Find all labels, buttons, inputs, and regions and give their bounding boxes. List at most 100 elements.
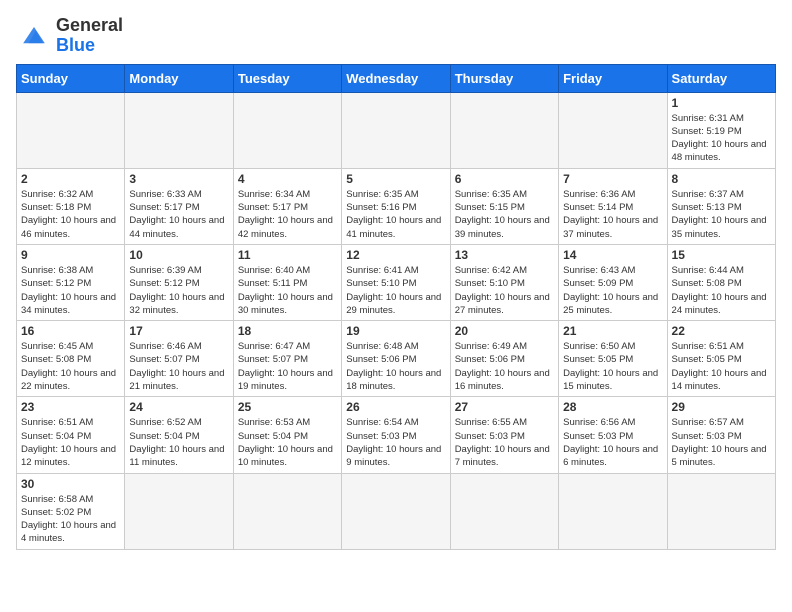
day-number: 29 [672,400,771,414]
weekday-header-row: SundayMondayTuesdayWednesdayThursdayFrid… [17,64,776,92]
header: GeneralBlue [16,16,776,56]
day-number: 14 [563,248,662,262]
weekday-header-tuesday: Tuesday [233,64,341,92]
calendar-day [342,92,450,168]
day-info: Sunrise: 6:42 AM Sunset: 5:10 PM Dayligh… [455,264,554,317]
calendar-week-row: 16 Sunrise: 6:45 AM Sunset: 5:08 PM Dayli… [17,321,776,397]
calendar-day: 2Sunrise: 6:32 AM Sunset: 5:18 PM Daylig… [17,168,125,244]
calendar-day [233,92,341,168]
day-info: Sunrise: 6:36 AM Sunset: 5:14 PM Dayligh… [563,188,662,241]
day-info: Sunrise: 6:57 AM Sunset: 5:03 PM Dayligh… [672,416,771,469]
day-number: 8 [672,172,771,186]
day-number: 1 [672,96,771,110]
calendar-day: 14 Sunrise: 6:43 AM Sunset: 5:09 PM Dayli… [559,244,667,320]
calendar-day [450,92,558,168]
calendar-day: 5 Sunrise: 6:35 AM Sunset: 5:16 PM Daylig… [342,168,450,244]
day-info: Sunrise: 6:55 AM Sunset: 5:03 PM Dayligh… [455,416,554,469]
day-info: Sunrise: 6:50 AM Sunset: 5:05 PM Dayligh… [563,340,662,393]
day-info: Sunrise: 6:38 AM Sunset: 5:12 PM Dayligh… [21,264,120,317]
calendar-day: 13Sunrise: 6:42 AM Sunset: 5:10 PM Dayli… [450,244,558,320]
day-info: Sunrise: 6:37 AM Sunset: 5:13 PM Dayligh… [672,188,771,241]
day-number: 3 [129,172,228,186]
day-number: 24 [129,400,228,414]
calendar-day: 8 Sunrise: 6:37 AM Sunset: 5:13 PM Daylig… [667,168,775,244]
day-number: 15 [672,248,771,262]
logo-blue: Blue [56,35,95,55]
day-number: 4 [238,172,337,186]
logo-text: GeneralBlue [56,16,123,56]
day-info: Sunrise: 6:45 AM Sunset: 5:08 PM Dayligh… [21,340,120,393]
weekday-header-thursday: Thursday [450,64,558,92]
calendar-day: 1 Sunrise: 6:31 AM Sunset: 5:19 PM Daylig… [667,92,775,168]
day-info: Sunrise: 6:33 AM Sunset: 5:17 PM Dayligh… [129,188,228,241]
day-number: 12 [346,248,445,262]
calendar-week-row: 30Sunrise: 6:58 AM Sunset: 5:02 PM Dayli… [17,473,776,549]
day-number: 23 [21,400,120,414]
calendar-day: 15 Sunrise: 6:44 AM Sunset: 5:08 PM Dayli… [667,244,775,320]
calendar-day: 25 Sunrise: 6:53 AM Sunset: 5:04 PM Dayli… [233,397,341,473]
calendar-day: 7Sunrise: 6:36 AM Sunset: 5:14 PM Daylig… [559,168,667,244]
calendar-day: 16 Sunrise: 6:45 AM Sunset: 5:08 PM Dayli… [17,321,125,397]
calendar-day [559,473,667,549]
day-number: 5 [346,172,445,186]
day-info: Sunrise: 6:48 AM Sunset: 5:06 PM Dayligh… [346,340,445,393]
weekday-header-monday: Monday [125,64,233,92]
day-info: Sunrise: 6:31 AM Sunset: 5:19 PM Dayligh… [672,112,771,165]
day-number: 16 [21,324,120,338]
day-info: Sunrise: 6:39 AM Sunset: 5:12 PM Dayligh… [129,264,228,317]
day-info: Sunrise: 6:49 AM Sunset: 5:06 PM Dayligh… [455,340,554,393]
calendar-day [667,473,775,549]
calendar-day [559,92,667,168]
day-number: 19 [346,324,445,338]
calendar-day: 23Sunrise: 6:51 AM Sunset: 5:04 PM Dayli… [17,397,125,473]
day-info: Sunrise: 6:53 AM Sunset: 5:04 PM Dayligh… [238,416,337,469]
day-number: 21 [563,324,662,338]
day-number: 10 [129,248,228,262]
calendar-week-row: 23Sunrise: 6:51 AM Sunset: 5:04 PM Dayli… [17,397,776,473]
calendar-day [125,92,233,168]
calendar-day: 28Sunrise: 6:56 AM Sunset: 5:03 PM Dayli… [559,397,667,473]
day-info: Sunrise: 6:46 AM Sunset: 5:07 PM Dayligh… [129,340,228,393]
calendar-day: 6Sunrise: 6:35 AM Sunset: 5:15 PM Daylig… [450,168,558,244]
logo-icon [16,18,52,54]
calendar-week-row: 9 Sunrise: 6:38 AM Sunset: 5:12 PM Daylig… [17,244,776,320]
day-number: 9 [21,248,120,262]
calendar-day [17,92,125,168]
day-info: Sunrise: 6:52 AM Sunset: 5:04 PM Dayligh… [129,416,228,469]
calendar-table: SundayMondayTuesdayWednesdayThursdayFrid… [16,64,776,550]
calendar-day: 10 Sunrise: 6:39 AM Sunset: 5:12 PM Dayli… [125,244,233,320]
weekday-header-wednesday: Wednesday [342,64,450,92]
day-info: Sunrise: 6:56 AM Sunset: 5:03 PM Dayligh… [563,416,662,469]
calendar-day: 22 Sunrise: 6:51 AM Sunset: 5:05 PM Dayli… [667,321,775,397]
calendar-day: 19 Sunrise: 6:48 AM Sunset: 5:06 PM Dayli… [342,321,450,397]
day-info: Sunrise: 6:43 AM Sunset: 5:09 PM Dayligh… [563,264,662,317]
day-number: 22 [672,324,771,338]
day-info: Sunrise: 6:47 AM Sunset: 5:07 PM Dayligh… [238,340,337,393]
calendar-day [233,473,341,549]
calendar-day [125,473,233,549]
calendar-day: 29 Sunrise: 6:57 AM Sunset: 5:03 PM Dayli… [667,397,775,473]
weekday-header-sunday: Sunday [17,64,125,92]
calendar-day: 9 Sunrise: 6:38 AM Sunset: 5:12 PM Daylig… [17,244,125,320]
calendar-day: 21 Sunrise: 6:50 AM Sunset: 5:05 PM Dayli… [559,321,667,397]
day-info: Sunrise: 6:44 AM Sunset: 5:08 PM Dayligh… [672,264,771,317]
calendar-day [450,473,558,549]
day-number: 17 [129,324,228,338]
day-number: 11 [238,248,337,262]
calendar-day: 12 Sunrise: 6:41 AM Sunset: 5:10 PM Dayli… [342,244,450,320]
calendar-day: 18Sunrise: 6:47 AM Sunset: 5:07 PM Dayli… [233,321,341,397]
day-number: 30 [21,477,120,491]
weekday-header-friday: Friday [559,64,667,92]
day-info: Sunrise: 6:35 AM Sunset: 5:16 PM Dayligh… [346,188,445,241]
day-number: 6 [455,172,554,186]
day-info: Sunrise: 6:54 AM Sunset: 5:03 PM Dayligh… [346,416,445,469]
day-info: Sunrise: 6:41 AM Sunset: 5:10 PM Dayligh… [346,264,445,317]
weekday-header-saturday: Saturday [667,64,775,92]
logo: GeneralBlue [16,16,123,56]
calendar-day [342,473,450,549]
calendar-day: 24 Sunrise: 6:52 AM Sunset: 5:04 PM Dayli… [125,397,233,473]
calendar-day: 20Sunrise: 6:49 AM Sunset: 5:06 PM Dayli… [450,321,558,397]
calendar-day: 3 Sunrise: 6:33 AM Sunset: 5:17 PM Daylig… [125,168,233,244]
day-number: 25 [238,400,337,414]
day-info: Sunrise: 6:51 AM Sunset: 5:05 PM Dayligh… [672,340,771,393]
